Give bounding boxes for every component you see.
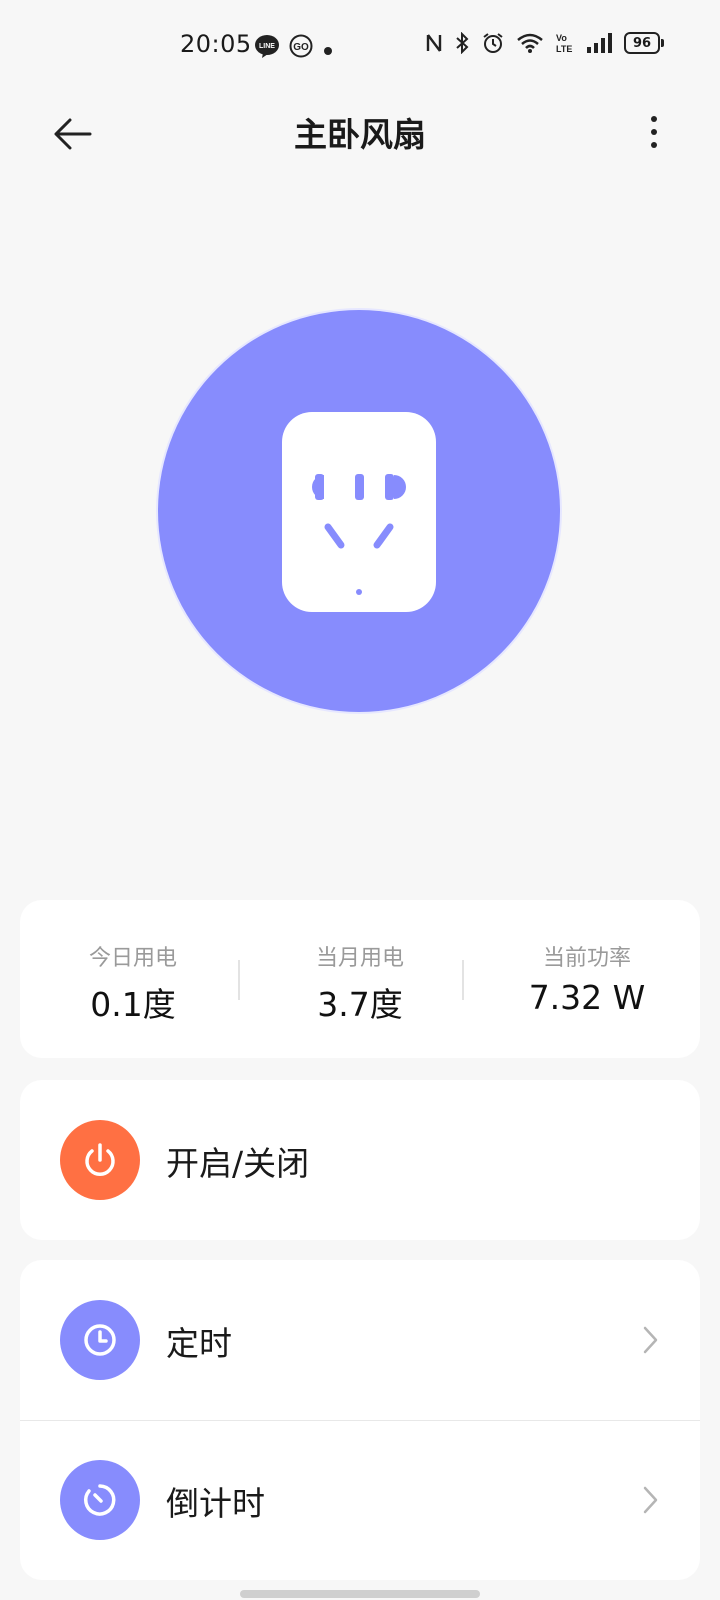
notification-dot-icon: [323, 41, 333, 60]
countdown-icon: [60, 1460, 140, 1540]
stat-label: 当月用电: [315, 946, 404, 971]
more-options-button[interactable]: [634, 112, 674, 152]
stat-today: 今日用电 0.1度: [20, 900, 246, 1058]
power-card: 开启/关闭: [20, 1080, 700, 1240]
device-toggle-circle[interactable]: [158, 310, 560, 712]
divider: [238, 960, 240, 1000]
stat-value: 0.1度: [90, 985, 176, 1024]
stat-value: 7.32 W: [528, 978, 646, 1017]
chevron-right-icon: [643, 1326, 658, 1354]
status-bar: 20:05 LINE GO Vo LTE 96: [0, 0, 720, 90]
stat-label: 今日用电: [88, 946, 177, 971]
schedule-row[interactable]: 定时: [20, 1260, 700, 1420]
volte-icon: Vo LTE: [556, 32, 574, 54]
svg-text:GO: GO: [293, 42, 309, 53]
power-socket-icon: [282, 412, 436, 612]
wifi-icon: [516, 32, 544, 54]
divider: [462, 960, 464, 1000]
stat-label: 当前功率: [542, 946, 631, 971]
more-vertical-icon: [651, 116, 657, 148]
schedule-label: 定时: [166, 1324, 232, 1363]
timer-card: 定时 倒计时: [20, 1260, 700, 1580]
nfc-icon: [426, 32, 442, 54]
stat-power: 当前功率 7.32 W: [474, 900, 700, 1058]
svg-text:LTE: LTE: [556, 44, 572, 54]
svg-text:LINE: LINE: [259, 43, 275, 50]
stat-month: 当月用电 3.7度: [247, 900, 473, 1058]
line-icon: LINE: [254, 34, 280, 62]
energy-stats-card: 今日用电 0.1度 当月用电 3.7度 当前功率 7.32 W: [20, 900, 700, 1058]
page-title: 主卧风扇: [294, 115, 426, 154]
stat-value: 3.7度: [317, 985, 403, 1024]
svg-text:Vo: Vo: [556, 33, 567, 43]
power-toggle-row[interactable]: 开启/关闭: [20, 1080, 700, 1240]
countdown-label: 倒计时: [166, 1484, 265, 1523]
clock-icon: [60, 1300, 140, 1380]
countdown-row[interactable]: 倒计时: [20, 1420, 700, 1580]
battery-level: 96: [624, 32, 660, 54]
status-time: 20:05: [180, 30, 252, 58]
app-header: 主卧风扇: [0, 90, 720, 176]
go-icon: GO: [288, 34, 314, 62]
alarm-icon: [482, 32, 504, 54]
power-label: 开启/关闭: [166, 1144, 310, 1183]
signal-icon: [586, 33, 612, 53]
bluetooth-icon: [454, 32, 470, 54]
power-icon: [60, 1120, 140, 1200]
chevron-right-icon: [643, 1486, 658, 1514]
battery-icon: 96: [624, 32, 664, 54]
home-indicator[interactable]: [240, 1590, 480, 1598]
